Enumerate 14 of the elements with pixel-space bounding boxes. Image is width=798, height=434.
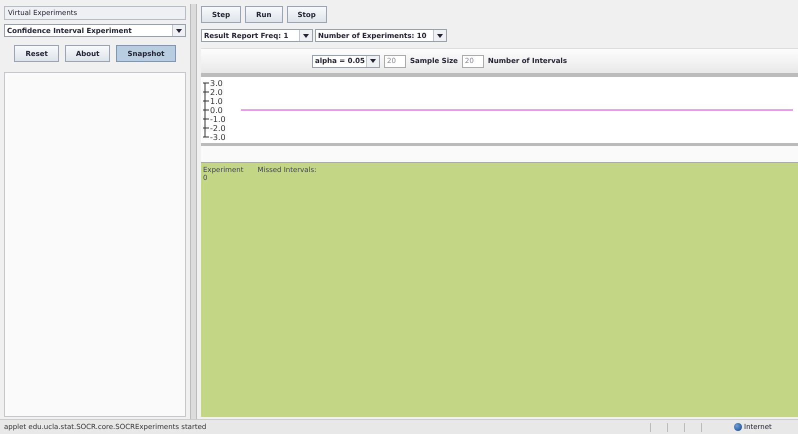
axis-label: 0.0	[210, 106, 223, 115]
caret-icon	[176, 28, 182, 32]
y-axis	[202, 82, 210, 138]
caret-icon	[437, 34, 443, 38]
axis-label: 2.0	[210, 88, 223, 97]
axis-label: -3.0	[210, 133, 226, 142]
globe-icon	[734, 423, 742, 431]
axis-label: 1.0	[210, 97, 223, 106]
axis-label: 3.0	[210, 79, 223, 88]
axis-label: -1.0	[210, 115, 226, 124]
caret-icon	[370, 59, 376, 63]
split-handle[interactable]	[190, 4, 197, 419]
caret-icon	[303, 34, 309, 38]
axis-label: -2.0	[210, 124, 226, 133]
